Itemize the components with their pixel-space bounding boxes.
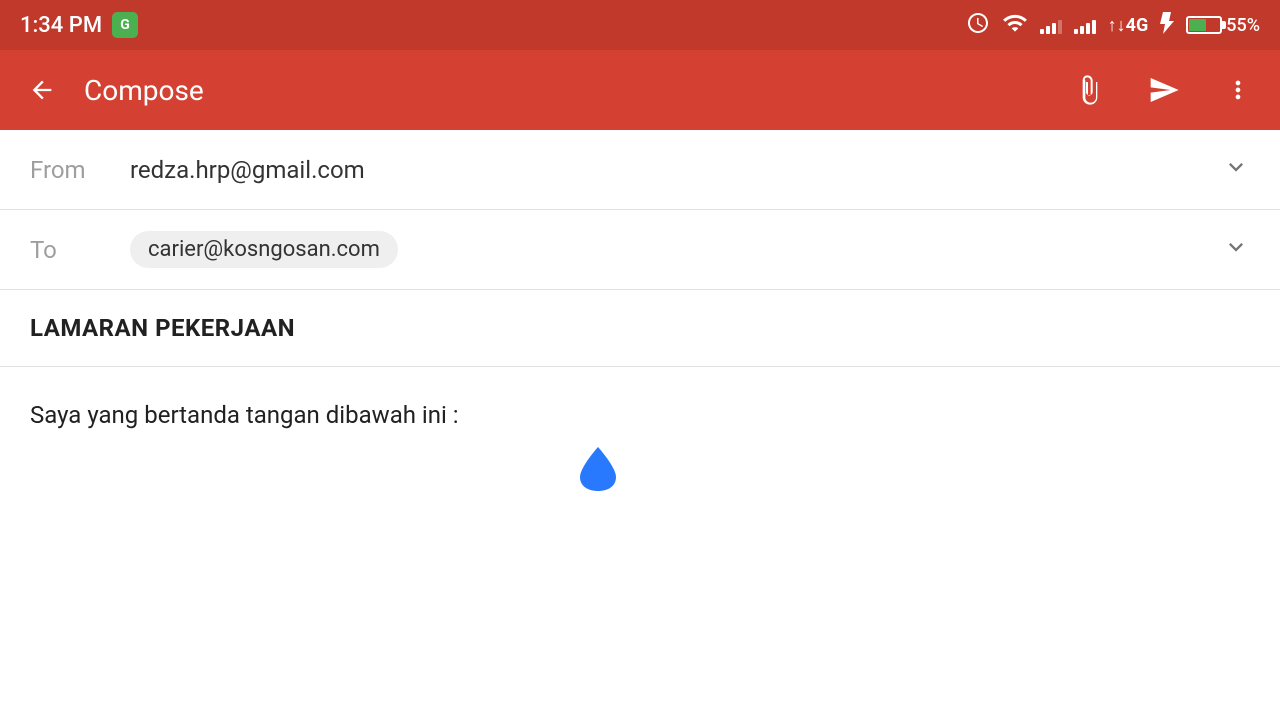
network-type-label: ↑↓4G — [1108, 15, 1149, 36]
subject-text: LAMARAN PEKERJAAN — [30, 314, 295, 342]
app-notification-icon: G — [112, 12, 138, 38]
signal-bars-2 — [1074, 16, 1096, 34]
status-bar-left: 1:34 PM G — [20, 12, 138, 38]
recipient-email: carier@kosngosan.com — [148, 237, 380, 262]
battery-fill — [1189, 19, 1206, 31]
toolbar: Compose — [0, 50, 1280, 130]
body-row[interactable]: Saya yang bertanda tangan dibawah ini : — [0, 367, 1280, 463]
alarm-icon — [966, 11, 990, 40]
battery-percent: 55% — [1226, 15, 1260, 36]
from-value: redza.hrp@gmail.com — [130, 156, 1250, 184]
toolbar-title: Compose — [84, 74, 1048, 107]
status-time: 1:34 PM — [20, 13, 102, 38]
to-label: To — [30, 236, 130, 264]
from-row: From redza.hrp@gmail.com — [0, 130, 1280, 210]
charging-icon — [1160, 12, 1174, 39]
toolbar-actions — [1068, 68, 1260, 112]
to-row: To carier@kosngosan.com — [0, 210, 1280, 290]
touch-cursor — [580, 447, 616, 491]
more-options-button[interactable] — [1216, 68, 1260, 112]
send-button[interactable] — [1142, 68, 1186, 112]
signal-bars-1 — [1040, 16, 1062, 34]
attach-button[interactable] — [1068, 68, 1112, 112]
email-compose-form: From redza.hrp@gmail.com To carier@kosng… — [0, 130, 1280, 463]
recipient-chip[interactable]: carier@kosngosan.com — [130, 231, 398, 268]
status-bar-right: ↑↓4G 55% — [966, 10, 1260, 41]
status-bar: 1:34 PM G ↑↓4G — [0, 0, 1280, 50]
from-label: From — [30, 156, 130, 184]
body-text: Saya yang bertanda tangan dibawah ini : — [30, 397, 1250, 433]
battery-icon — [1186, 16, 1222, 34]
battery-indicator: 55% — [1186, 15, 1260, 36]
wifi-icon — [1002, 10, 1028, 41]
from-chevron-icon[interactable] — [1222, 153, 1250, 187]
back-button[interactable] — [20, 68, 64, 112]
subject-row[interactable]: LAMARAN PEKERJAAN — [0, 290, 1280, 367]
to-chevron-icon[interactable] — [1222, 233, 1250, 267]
